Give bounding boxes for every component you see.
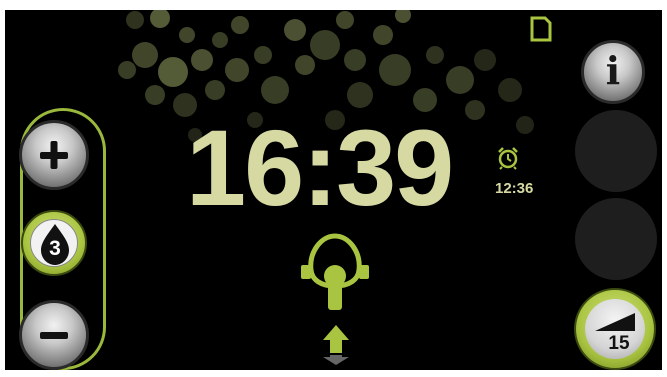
mask-icon xyxy=(301,233,369,310)
empty-button-slot-1 xyxy=(575,110,657,192)
info-button[interactable]: i xyxy=(581,40,645,104)
humidifier-level-button[interactable]: 3 xyxy=(21,210,87,276)
plus-icon xyxy=(40,141,68,169)
info-icon: i xyxy=(605,48,621,93)
clock-time: 16:39 xyxy=(186,107,454,228)
device-screen: 3 16:39 12:36 i 15 xyxy=(5,10,662,370)
humidifier-level-value: 3 xyxy=(49,237,61,260)
sd-card-icon xyxy=(530,16,552,42)
ramp-value: 15 xyxy=(608,333,630,354)
increase-button[interactable] xyxy=(19,120,89,190)
sd-card-area xyxy=(420,10,565,46)
empty-button-slot-2 xyxy=(575,198,657,280)
ramp-button[interactable]: 15 xyxy=(574,288,656,370)
alarm-clock-icon xyxy=(498,147,518,170)
airflow-arrow-icon xyxy=(323,325,349,365)
ramp-display: 15 xyxy=(585,299,645,359)
humidifier-level-display: 3 xyxy=(30,219,78,267)
decrease-button[interactable] xyxy=(19,300,89,370)
minus-icon xyxy=(40,332,68,339)
alarm-time: 12:36 xyxy=(495,180,534,197)
